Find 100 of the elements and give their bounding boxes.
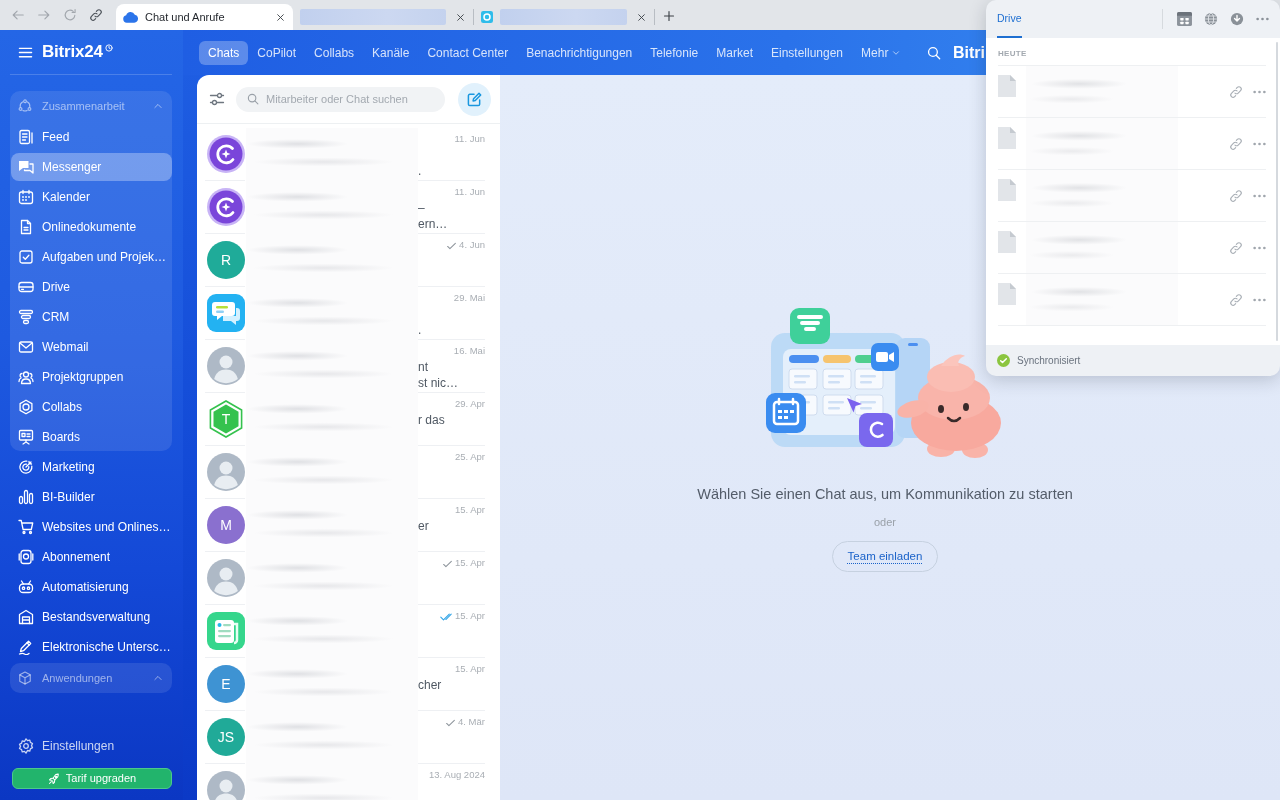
- filter-icon[interactable]: [209, 91, 225, 107]
- sidebar-item[interactable]: Aufgaben und Projek…: [11, 243, 172, 271]
- sidebar-item[interactable]: Bestandsverwaltung: [11, 603, 172, 631]
- link-icon[interactable]: [89, 8, 103, 22]
- news-feed-icon: [18, 129, 34, 145]
- status-text: Synchronisiert: [1017, 354, 1081, 368]
- hexagon-icon: [18, 399, 34, 415]
- sidebar-item[interactable]: Collabs: [11, 393, 172, 421]
- initials-avatar: E: [207, 665, 245, 703]
- nav-tab[interactable]: Chats: [199, 40, 249, 65]
- avatar-silhouette: [207, 559, 245, 597]
- nav-tab[interactable]: Kanäle: [363, 40, 419, 65]
- nav-tab[interactable]: Market: [707, 40, 762, 65]
- more-icon[interactable]: [1253, 141, 1266, 146]
- chat-date: 11. Jun: [454, 132, 485, 147]
- sidebar-item[interactable]: Feed: [11, 123, 172, 151]
- stacked-bars-icon: [18, 309, 34, 325]
- more-icon[interactable]: [1253, 297, 1266, 302]
- download-icon[interactable]: [1230, 12, 1244, 26]
- sidebar-item[interactable]: Automatisierung: [11, 573, 172, 601]
- message-preview: ern…: [418, 216, 449, 232]
- file-icon[interactable]: [998, 127, 1016, 149]
- avatar-silhouette: [207, 347, 245, 385]
- nav-tab[interactable]: Mehr: [852, 40, 910, 65]
- sidebar-item[interactable]: Abonnement: [11, 543, 172, 571]
- plus-icon[interactable]: [663, 10, 675, 22]
- clock-icon: [104, 43, 113, 52]
- search-field[interactable]: Mitarbeiter oder Chat suchen: [236, 86, 445, 112]
- checkbox-icon: [18, 249, 34, 265]
- more-icon[interactable]: [1253, 193, 1266, 198]
- search-icon[interactable]: [927, 45, 941, 60]
- forward-arrow-icon[interactable]: [37, 8, 51, 22]
- message-preview: –: [418, 200, 426, 216]
- sidebar-item[interactable]: Elektronische Untersc…: [11, 633, 172, 661]
- message-preview: .: [418, 322, 423, 338]
- sidebar-item[interactable]: Websites und Onlines…: [11, 513, 172, 541]
- sidebar-item[interactable]: Einstellungen: [11, 732, 172, 760]
- chat-date: 15. Apr: [454, 662, 485, 677]
- robot-icon: [18, 579, 34, 595]
- more-icon[interactable]: [1256, 17, 1269, 21]
- reload-icon[interactable]: [63, 8, 77, 22]
- file-icon[interactable]: [998, 75, 1016, 97]
- pen-icon: [18, 639, 34, 655]
- globe-icon[interactable]: [1204, 12, 1218, 26]
- chat-date: 4. Jun: [459, 238, 485, 253]
- caret-down-icon: [892, 48, 901, 57]
- chat-date: 4. Mär: [458, 715, 485, 730]
- people-icon: [18, 369, 34, 385]
- caret-up-icon[interactable]: [153, 673, 163, 683]
- settings-icon: [18, 738, 34, 754]
- sidebar-item[interactable]: Boards: [11, 423, 172, 451]
- nav-tab[interactable]: Benachrichtigungen: [517, 40, 642, 65]
- file-icon[interactable]: [998, 283, 1016, 305]
- sidebar-item[interactable]: Marketing: [11, 453, 172, 481]
- cloud-logo-icon: [123, 11, 138, 23]
- close-icon[interactable]: [637, 12, 646, 22]
- initials-avatar: R: [207, 241, 245, 279]
- close-icon[interactable]: [456, 12, 465, 22]
- device-icon: [18, 549, 34, 565]
- chat-app-avatar: [207, 294, 245, 332]
- sidebar-item[interactable]: Messenger: [11, 153, 172, 181]
- bar-chart-icon: [18, 489, 34, 505]
- compose-button[interactable]: [458, 82, 491, 116]
- sidebar-item[interactable]: BI-Builder: [11, 483, 172, 511]
- message-preview: cher: [418, 677, 443, 693]
- hard-drive-icon: [18, 279, 34, 295]
- nav-tab[interactable]: CoPilot: [248, 40, 306, 65]
- close-icon[interactable]: [276, 12, 285, 22]
- rocket-icon: [47, 772, 60, 785]
- message-preview: st nic…: [418, 375, 459, 391]
- upgrade-button[interactable]: Tarif upgraden: [12, 768, 172, 789]
- chat-date: 15. Apr: [454, 556, 485, 571]
- avatar-silhouette: [207, 453, 245, 491]
- chat-date: 11. Jun: [454, 185, 485, 200]
- caret-up-icon[interactable]: [153, 101, 163, 111]
- sidebar-item[interactable]: Projektgruppen: [11, 363, 172, 391]
- chat-date: 13. Aug 2024: [429, 768, 485, 783]
- sidebar-item[interactable]: Drive: [11, 273, 172, 301]
- sidebar-item[interactable]: Kalender: [11, 183, 172, 211]
- sidebar-item[interactable]: Onlinedokumente: [11, 213, 172, 241]
- file-icon[interactable]: [998, 179, 1016, 201]
- presentation-board-icon: [18, 429, 34, 445]
- nav-tab[interactable]: Contact Center: [418, 40, 518, 65]
- sidebar-item[interactable]: CRM: [11, 303, 172, 331]
- more-icon[interactable]: [1253, 89, 1266, 94]
- nav-tab[interactable]: Einstellungen: [762, 40, 853, 65]
- browser-tab[interactable]: Chat und Anrufe: [116, 4, 293, 30]
- logo-text: Bitrix24: [42, 41, 103, 64]
- scrollbar[interactable]: [1276, 42, 1278, 341]
- more-icon[interactable]: [1253, 245, 1266, 250]
- file-icon[interactable]: [998, 231, 1016, 253]
- empty-state-message: Wählen Sie einen Chat aus, um Kommunikation zu starten: [697, 485, 1073, 505]
- sidebar-item[interactable]: Webmail: [11, 333, 172, 361]
- calendar-icon[interactable]: [1177, 12, 1192, 26]
- nav-tab[interactable]: Telefonie: [641, 40, 708, 65]
- nav-tab[interactable]: Collabs: [305, 40, 364, 65]
- section-title: Anwendungen: [42, 670, 113, 686]
- envelope-icon: [18, 339, 34, 355]
- back-arrow-icon[interactable]: [11, 8, 25, 22]
- chat-date: 25. Apr: [454, 450, 485, 465]
